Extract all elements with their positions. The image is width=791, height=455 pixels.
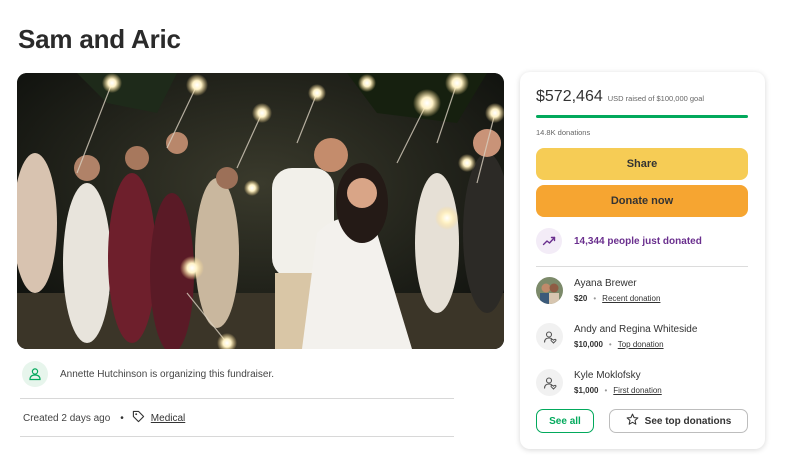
raised-amount: $572,464 (536, 88, 603, 105)
donor-separator: • (604, 386, 608, 395)
donor-name: Andy and Regina Whiteside (574, 324, 698, 335)
progress-fill (536, 115, 748, 118)
donation-type-link[interactable]: First donation (613, 386, 661, 395)
donor-amount: $10,000 (574, 340, 603, 349)
donor-avatar-photo (536, 277, 563, 304)
trend-row: 14,344 people just donated (536, 228, 702, 254)
donor-name: Kyle Moklofsky (574, 370, 641, 381)
fundraiser-meta: Created 2 days ago • Medical (23, 410, 185, 426)
person-heart-icon (22, 361, 48, 387)
created-date: Created 2 days ago (23, 412, 111, 424)
see-all-button[interactable]: See all (536, 409, 594, 433)
raised-summary: $572,464 USD raised of $100,000 goal (536, 88, 704, 106)
donor-item: Andy and Regina Whiteside $10,000 • Top … (536, 323, 697, 350)
tag-icon (132, 410, 145, 426)
category-link[interactable]: Medical (151, 413, 185, 424)
divider (20, 436, 454, 437)
share-button[interactable]: Share (536, 148, 748, 180)
see-top-donations-label: See top donations (644, 415, 732, 427)
person-heart-icon (536, 323, 563, 350)
progress-bar (536, 115, 748, 118)
person-heart-icon (536, 369, 563, 396)
donor-item: Ayana Brewer $20 • Recent donation (536, 277, 660, 304)
divider (20, 398, 454, 399)
raised-goal: USD raised of $100,000 goal (607, 94, 705, 103)
donation-type-link[interactable]: Recent donation (602, 294, 660, 303)
donor-amount: $20 (574, 294, 588, 303)
wedding-sparkler-photo (17, 73, 504, 349)
star-icon (626, 413, 639, 429)
divider (536, 266, 748, 267)
see-top-donations-button[interactable]: See top donations (609, 409, 748, 433)
organizer-row: Annette Hutchinson is organizing this fu… (22, 361, 274, 387)
trending-up-icon (536, 228, 562, 254)
donation-card: $572,464 USD raised of $100,000 goal 14.… (520, 72, 765, 449)
organizer-text: Annette Hutchinson is organizing this fu… (60, 368, 275, 380)
donation-type-link[interactable]: Top donation (618, 340, 664, 349)
donor-amount: $1,000 (574, 386, 599, 395)
trend-text: 14,344 people just donated (574, 235, 702, 247)
page-title: Sam and Aric (18, 24, 181, 54)
donate-button[interactable]: Donate now (536, 185, 748, 217)
donor-name: Ayana Brewer (574, 278, 637, 289)
meta-separator: • (120, 412, 124, 424)
donor-item: Kyle Moklofsky $1,000 • First donation (536, 369, 662, 396)
donation-count: 14.8K donations (536, 128, 591, 137)
donor-separator: • (608, 340, 612, 349)
donor-separator: • (593, 294, 597, 303)
fundraiser-hero-image[interactable] (17, 73, 504, 349)
